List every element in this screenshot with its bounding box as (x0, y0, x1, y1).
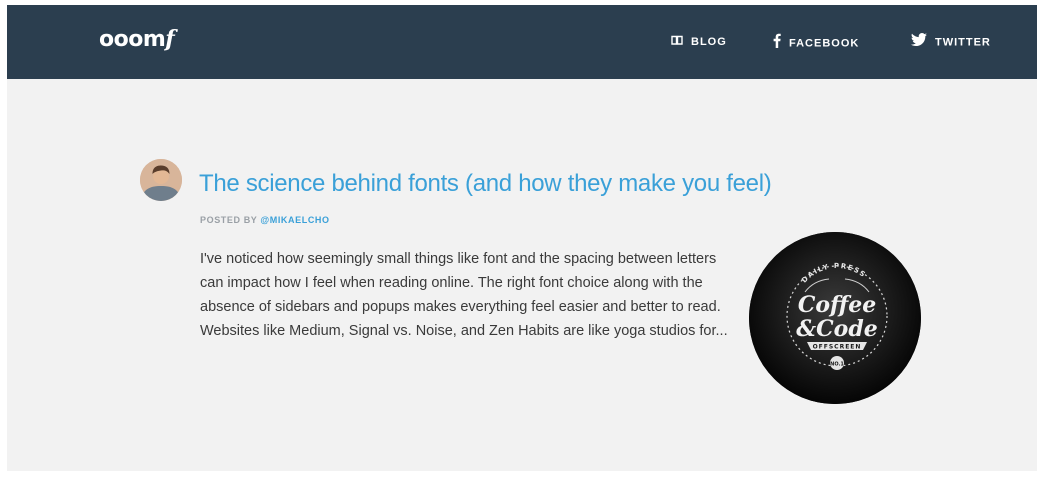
nav-link-twitter[interactable]: TWITTER (911, 33, 991, 51)
thumb-line-1: Coffee (798, 292, 876, 318)
thumb-line-2: &Code (796, 316, 877, 342)
post-byline: POSTED BY @MIKAELCHO (200, 215, 330, 225)
thumb-ribbon-text: OFFSCREEN (813, 344, 862, 351)
book-icon (671, 33, 683, 51)
post-excerpt: I've noticed how seemingly small things … (200, 251, 728, 339)
page: ooomf BLOG FACEBOOK TWITTER The science … (7, 5, 1037, 471)
thumb-badge-text: NO.1 (830, 362, 844, 368)
blog-post-card: The science behind fonts (and how they m… (7, 79, 1037, 471)
post-thumbnail[interactable]: DAILY PRESS Coffee &Code OFFSCREEN NO.1 (749, 232, 921, 404)
author-link[interactable]: @MIKAELCHO (260, 215, 329, 225)
post-title-link[interactable]: The science behind fonts (and how they m… (199, 169, 772, 199)
author-avatar[interactable] (140, 159, 182, 201)
nav-label-facebook: FACEBOOK (789, 37, 860, 50)
byline-prefix: POSTED BY (200, 215, 258, 225)
logo-text: ooom (99, 27, 166, 52)
facebook-icon (773, 33, 781, 54)
nav-label-twitter: TWITTER (935, 36, 991, 49)
logo-script-letter: f (165, 26, 175, 52)
twitter-icon (911, 33, 927, 52)
site-logo[interactable]: ooomf (99, 25, 175, 54)
top-navbar: ooomf BLOG FACEBOOK TWITTER (7, 5, 1037, 79)
nav-link-facebook[interactable]: FACEBOOK (773, 33, 859, 51)
nav-label-blog: BLOG (691, 36, 727, 49)
nav-link-blog[interactable]: BLOG (671, 33, 727, 51)
